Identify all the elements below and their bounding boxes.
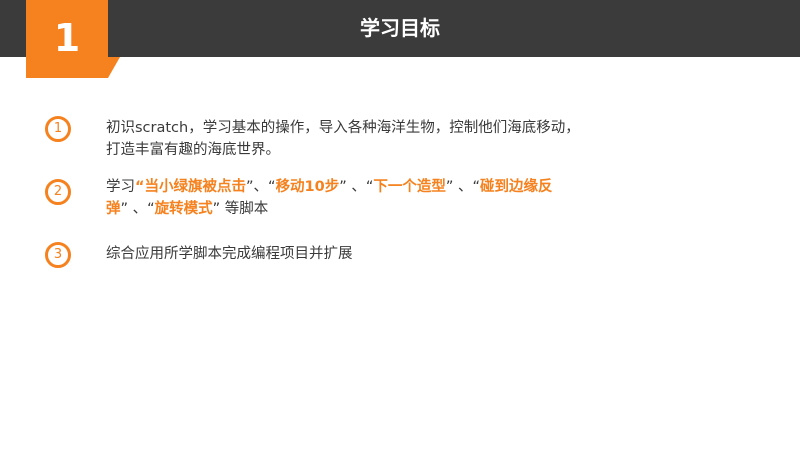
item-3-text: 综合应用所学脚本完成编程项目并扩展 (106, 246, 353, 262)
item-3-number-circle: 3 (45, 242, 71, 268)
page-title: 学习目标 (360, 16, 440, 40)
item-2-highlight-move-10: 移动10步 (275, 179, 340, 195)
item-2-suffix: 等脚本 (224, 201, 269, 217)
item-2-highlight-next-costume: 下一个造型 (373, 179, 446, 195)
item-2-sep-1: ”、“ (246, 179, 276, 195)
item-2-highlight-rotation-style: 旋转模式 (154, 201, 213, 217)
item-2-text: 学习“当小绿旗被点击”、“移动10步” 、“下一个造型” 、“碰到边缘反 弹” … (106, 176, 706, 220)
item-2-prefix: 学习 (106, 179, 135, 195)
section-number: 1 (53, 16, 81, 60)
item-2-sep-4: ” 、“ (120, 201, 155, 217)
item-1-number-circle: 1 (45, 116, 71, 142)
item-2-sep-3: ” 、“ (445, 179, 481, 195)
item-2-line-2: 弹” 、“旋转模式” 等脚本 (106, 198, 706, 220)
item-1-line-1: 初识scratch，学习基本的操作，导入各种海洋生物，控制他们海底移动， (106, 120, 580, 136)
section-number-fold (108, 57, 120, 78)
item-2-sep-5: ” (212, 201, 225, 217)
item-2-number-circle: 2 (45, 179, 71, 205)
item-2-highlight-green-flag: 当小绿旗被点击 (144, 179, 247, 195)
item-2-highlight-bounce-a: 碰到边缘反 (480, 179, 553, 195)
item-2-line-1: 学习“当小绿旗被点击”、“移动10步” 、“下一个造型” 、“碰到边缘反 (106, 176, 706, 198)
item-2-sep-2: ” 、“ (339, 179, 374, 195)
item-1-line-2: 打造丰富有趣的海底世界。 (106, 142, 280, 158)
item-2-quote-open: “ (135, 179, 145, 195)
item-1-text: 初识scratch，学习基本的操作，导入各种海洋生物，控制他们海底移动， 打造丰… (106, 117, 706, 161)
item-2-highlight-bounce-b: 弹 (106, 201, 121, 217)
